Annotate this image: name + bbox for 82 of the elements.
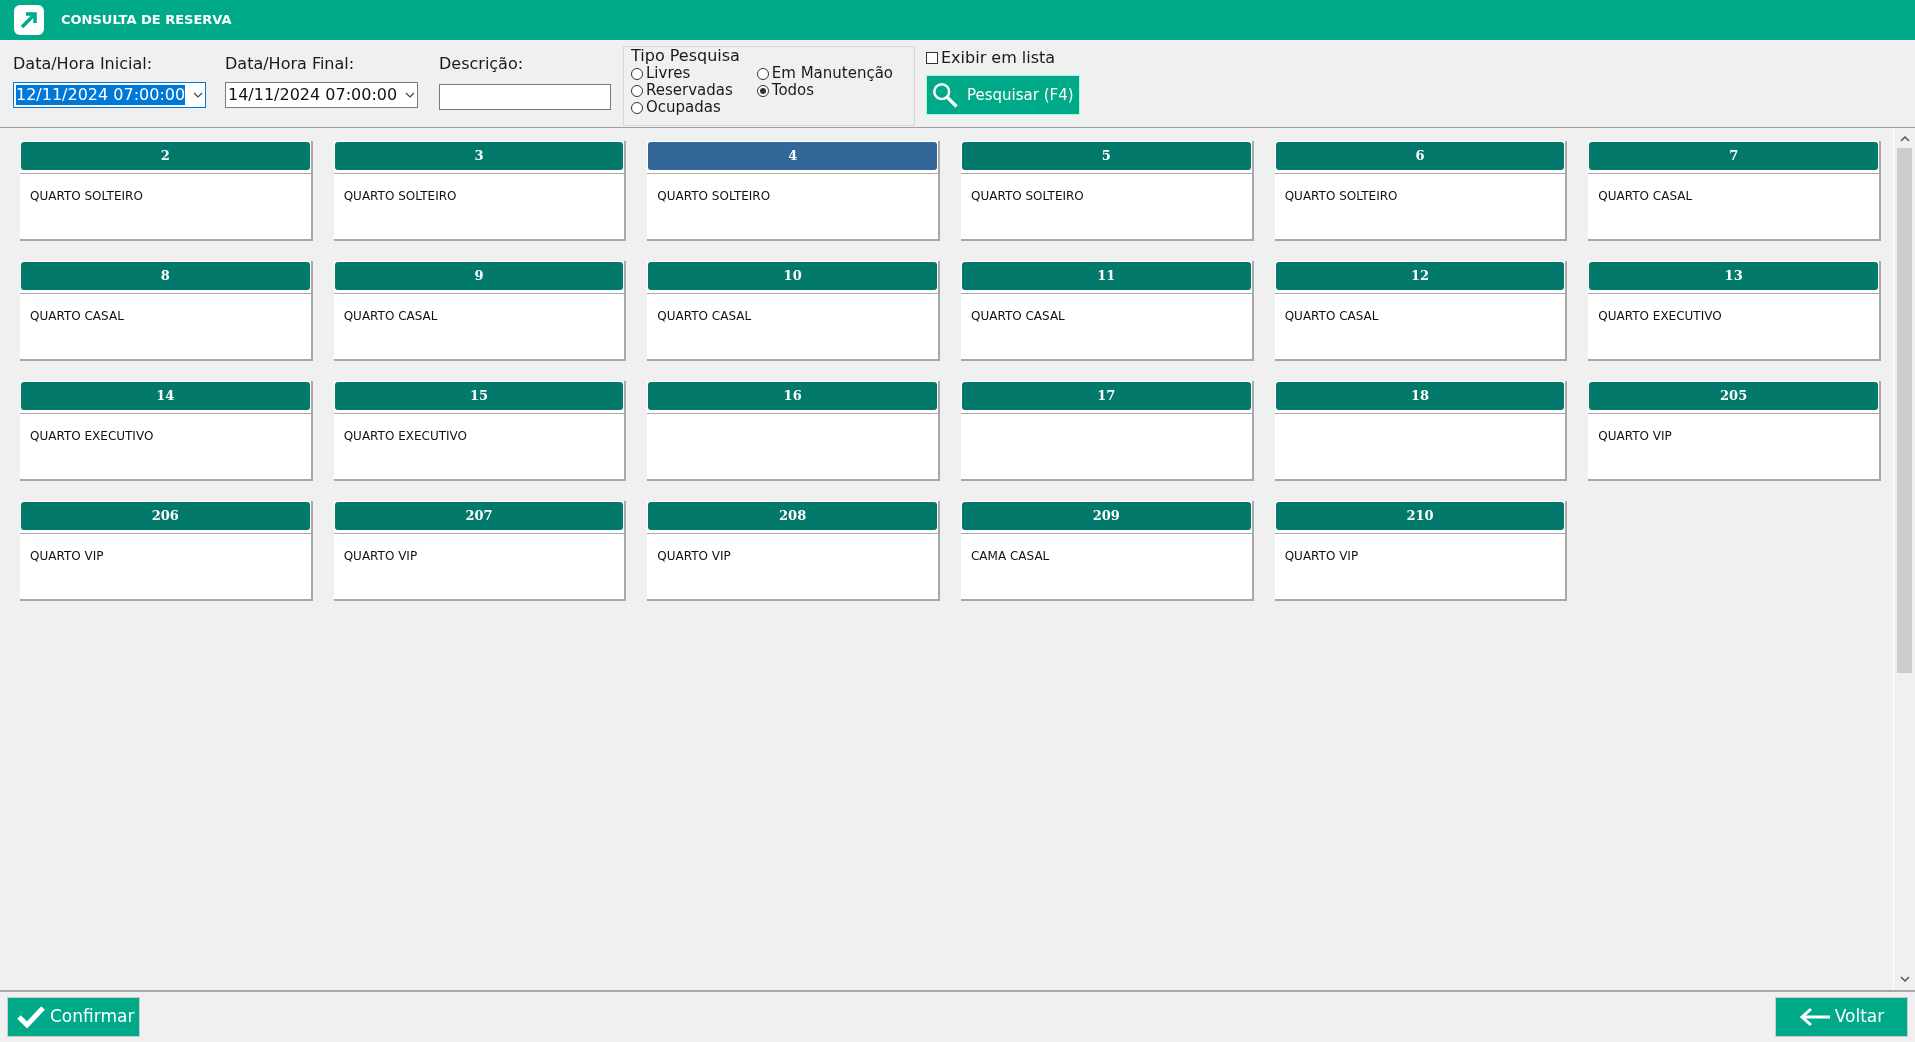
field-label: Data/Hora Inicial: <box>13 53 154 75</box>
room-description: QUARTO SOLTEIRO <box>1284 189 1398 203</box>
room-description: QUARTO EXECUTIVO <box>1598 309 1722 323</box>
room-number-header[interactable]: 15 <box>334 382 624 410</box>
room-number-header[interactable]: 14 <box>21 382 310 410</box>
checkbox-label: Exibir em lista <box>941 47 1056 69</box>
room-number-header[interactable]: 12 <box>1275 262 1565 290</box>
room-description: QUARTO CASAL <box>1284 309 1379 323</box>
room-description: QUARTO EXECUTIVO <box>30 429 154 443</box>
search-button[interactable]: Pesquisar (F4) <box>926 75 1080 115</box>
room-card[interactable]: 18 <box>1274 381 1568 481</box>
room-description: QUARTO SOLTEIRO <box>657 189 771 203</box>
room-card[interactable]: 9 QUARTO CASAL <box>333 261 627 361</box>
room-card[interactable]: 7 QUARTO CASAL <box>1588 141 1881 241</box>
room-card[interactable]: 2 QUARTO SOLTEIRO <box>20 141 313 241</box>
radio-label: Livres <box>646 65 691 82</box>
group-title: Tipo Pesquisa <box>631 47 740 65</box>
room-description: QUARTO CASAL <box>657 309 752 323</box>
radio-label: Todos <box>771 82 815 99</box>
radio-label: Reservadas <box>646 82 733 99</box>
room-description: QUARTO VIP <box>30 549 104 563</box>
room-number-header[interactable]: 2 <box>21 142 310 170</box>
room-number-header[interactable]: 3 <box>334 142 624 170</box>
room-card[interactable]: 17 <box>961 381 1254 481</box>
room-description: QUARTO EXECUTIVO <box>343 429 467 443</box>
room-card[interactable]: 12 QUARTO CASAL <box>1274 261 1568 361</box>
room-description: QUARTO VIP <box>657 549 731 563</box>
room-number-header[interactable]: 210 <box>1275 502 1565 530</box>
room-number-header[interactable]: 209 <box>962 502 1251 530</box>
room-card[interactable]: 5 QUARTO SOLTEIRO <box>961 141 1254 241</box>
room-card[interactable]: 10 QUARTO CASAL <box>647 261 940 361</box>
room-number-header[interactable]: 16 <box>648 382 937 410</box>
room-number-header[interactable]: 4 <box>648 142 937 170</box>
room-card[interactable]: 207 QUARTO VIP <box>333 501 627 601</box>
room-number-header[interactable]: 208 <box>648 502 937 530</box>
room-number-header[interactable]: 5 <box>962 142 1251 170</box>
room-description: CAMA CASAL <box>971 549 1050 563</box>
room-number-header[interactable]: 18 <box>1275 382 1565 410</box>
field-label: Data/Hora Final: <box>225 53 356 75</box>
room-number-header[interactable]: 8 <box>21 262 310 290</box>
room-card[interactable]: 11 QUARTO CASAL <box>961 261 1254 361</box>
room-description: QUARTO SOLTEIRO <box>30 189 143 203</box>
room-card[interactable]: 208 QUARTO VIP <box>647 501 940 601</box>
room-description: QUARTO CASAL <box>343 309 438 323</box>
room-card[interactable]: 3 QUARTO SOLTEIRO <box>333 141 627 241</box>
room-description: QUARTO VIP <box>1598 429 1672 443</box>
confirm-button[interactable]: Confirmar <box>7 997 140 1037</box>
room-number-header[interactable]: 6 <box>1275 142 1565 170</box>
room-number-header[interactable]: 13 <box>1589 262 1878 290</box>
radio-label: Ocupadas <box>646 99 721 116</box>
room-card[interactable]: 210 QUARTO VIP <box>1274 501 1568 601</box>
room-card[interactable]: 4 QUARTO SOLTEIRO <box>647 141 940 241</box>
room-number-header[interactable]: 206 <box>21 502 310 530</box>
room-card[interactable]: 14 QUARTO EXECUTIVO <box>20 381 313 481</box>
room-number-header[interactable]: 205 <box>1589 382 1878 410</box>
room-card[interactable]: 15 QUARTO EXECUTIVO <box>333 381 627 481</box>
room-card[interactable]: 6 QUARTO SOLTEIRO <box>1274 141 1568 241</box>
radio-label: Em Manutenção <box>771 65 894 82</box>
room-description: QUARTO SOLTEIRO <box>343 189 457 203</box>
window-title: CONSULTA DE RESERVA <box>61 11 232 30</box>
date-field[interactable]: 12/11/2024 07:00:00 <box>13 82 206 108</box>
room-number-header[interactable]: 10 <box>648 262 937 290</box>
room-number-header[interactable]: 17 <box>962 382 1251 410</box>
room-number-header[interactable]: 207 <box>334 502 624 530</box>
date-field[interactable]: 14/11/2024 07:00:00 <box>225 82 418 108</box>
room-card[interactable]: 8 QUARTO CASAL <box>20 261 313 361</box>
room-card[interactable]: 13 QUARTO EXECUTIVO <box>1588 261 1881 361</box>
room-description: QUARTO VIP <box>343 549 418 563</box>
room-number-header[interactable]: 9 <box>334 262 624 290</box>
room-description: QUARTO SOLTEIRO <box>971 189 1084 203</box>
room-description: QUARTO CASAL <box>1598 189 1693 203</box>
room-description: QUARTO CASAL <box>30 309 124 323</box>
room-description: QUARTO VIP <box>1284 549 1359 563</box>
room-number-header[interactable]: 7 <box>1589 142 1878 170</box>
back-button[interactable]: Voltar <box>1775 997 1908 1037</box>
field-label: Descrição: <box>439 53 525 75</box>
room-card[interactable]: 206 QUARTO VIP <box>20 501 313 601</box>
room-number-header[interactable]: 11 <box>962 262 1251 290</box>
room-description: QUARTO CASAL <box>971 309 1065 323</box>
room-card[interactable]: 16 <box>647 381 940 481</box>
room-card[interactable]: 209 CAMA CASAL <box>961 501 1254 601</box>
room-card[interactable]: 205 QUARTO VIP <box>1588 381 1881 481</box>
